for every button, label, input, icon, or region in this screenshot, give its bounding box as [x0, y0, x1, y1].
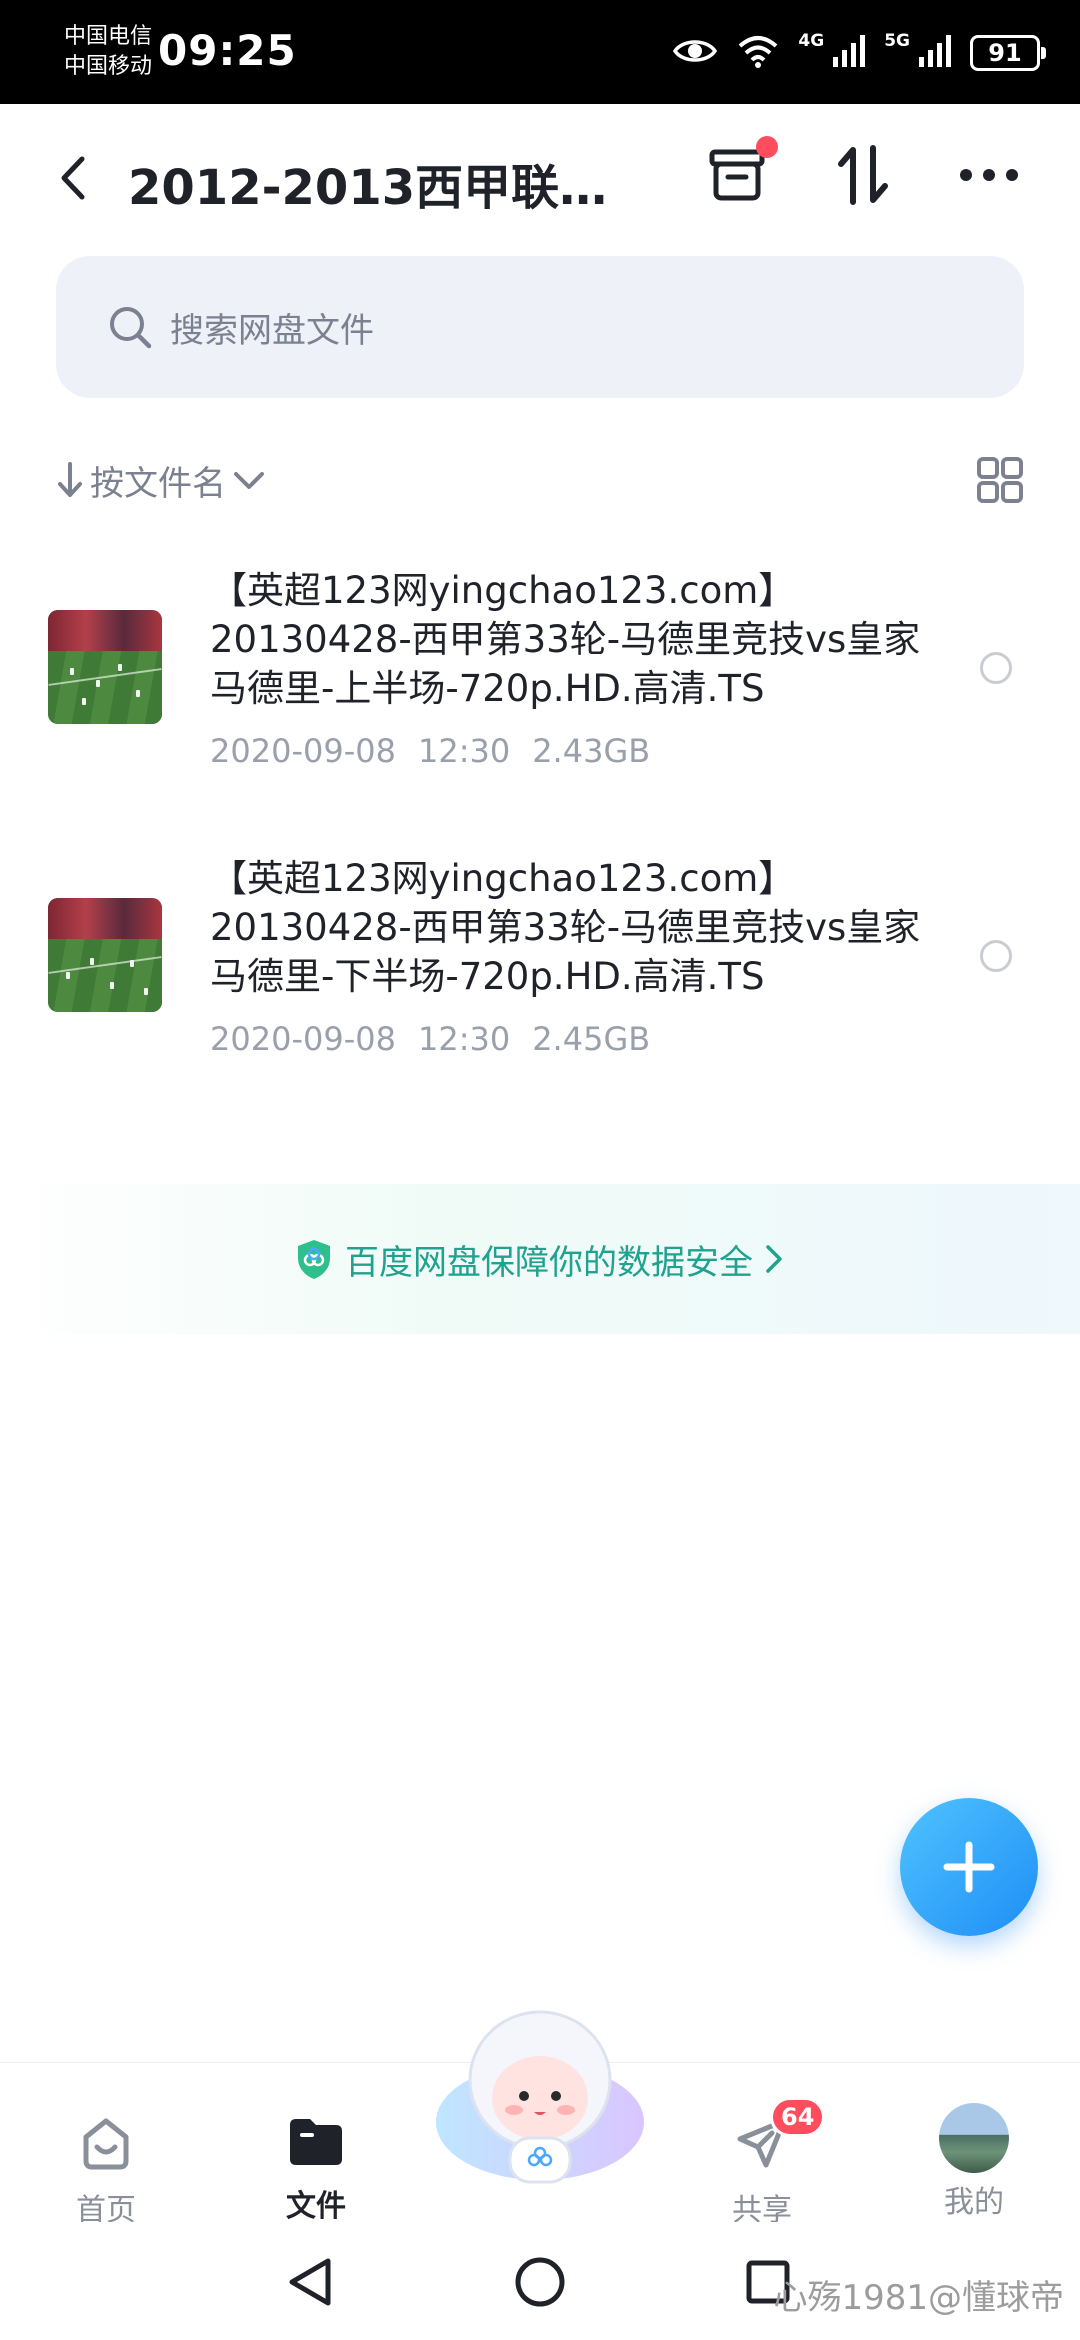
notification-badge: 64	[770, 2097, 826, 2137]
nav-home-button[interactable]	[510, 2252, 570, 2312]
eye-icon	[672, 36, 718, 70]
home-icon	[76, 2113, 136, 2173]
back-icon	[61, 156, 85, 200]
file-time: 12:30	[417, 1020, 511, 1058]
grid-view-button[interactable]	[976, 456, 1024, 504]
file-meta: 2020-09-08 12:30 2.45GB	[210, 1020, 672, 1058]
file-date: 2020-09-08	[210, 1020, 396, 1058]
sort-label: 按文件名	[90, 463, 226, 504]
tab-profile[interactable]: 我的	[904, 2063, 1044, 2223]
video-thumbnail	[48, 898, 162, 1012]
system-nav-bar: 心殇1981@懂球帝	[0, 2222, 1080, 2340]
carrier-2: 中国移动	[64, 54, 153, 79]
grid-icon	[977, 457, 1023, 503]
tab-share[interactable]: 64 共享	[692, 2063, 832, 2228]
signal-icon	[918, 35, 952, 71]
app-header: 2012-2013西甲联…	[0, 104, 1080, 244]
file-date: 2020-09-08	[210, 732, 396, 770]
sort-selector[interactable]: 按文件名	[56, 456, 266, 505]
sort-button[interactable]	[828, 140, 898, 210]
file-name: 【英超123网yingchao123.com】20130428-西甲第33轮-马…	[210, 857, 921, 998]
nav-back-button[interactable]	[280, 2252, 340, 2312]
tab-files[interactable]: 文件	[246, 2063, 386, 2224]
plus-icon	[943, 1841, 995, 1893]
file-time: 12:30	[417, 732, 511, 770]
mascot-button[interactable]	[430, 2000, 650, 2190]
chevron-down-icon	[234, 472, 264, 489]
video-thumbnail	[48, 610, 162, 724]
tab-label: 我的	[944, 2185, 1004, 2220]
chevron-right-icon	[766, 1245, 782, 1273]
status-time: 09:25	[158, 26, 297, 75]
file-list: 【英超123网yingchao123.com】20130428-西甲第33轮-马…	[0, 560, 1080, 1136]
page-title: 2012-2013西甲联…	[128, 160, 608, 216]
share-icon: 64	[732, 2097, 826, 2173]
notification-dot	[756, 136, 778, 158]
security-text: 百度网盘保障你的数据安全	[345, 1242, 753, 1283]
file-size: 2.45GB	[532, 1020, 651, 1058]
tab-label: 文件	[286, 2189, 346, 2224]
status-bar: 中国电信 中国移动 09:25 4G 5G 91	[0, 0, 1080, 104]
arrow-down-icon	[58, 462, 82, 497]
signal-icon	[832, 35, 866, 71]
select-checkbox[interactable]	[980, 652, 1012, 684]
add-button[interactable]	[900, 1798, 1038, 1936]
network-label-2: 5G	[884, 31, 910, 51]
back-button[interactable]	[48, 148, 98, 208]
security-banner[interactable]: 百度网盘保障你的数据安全	[0, 1184, 1080, 1334]
sort-transfer-icon	[838, 145, 888, 205]
network-label-1: 4G	[798, 31, 825, 51]
shield-icon	[298, 1240, 330, 1279]
battery-indicator: 91	[970, 35, 1046, 71]
carrier-info: 中国电信 中国移动	[64, 22, 152, 82]
watermark: 心殇1981@懂球帝	[773, 2278, 1064, 2318]
mascot-icon	[436, 2010, 644, 2184]
avatar	[939, 2103, 1009, 2173]
tab-home[interactable]: 首页	[36, 2063, 176, 2228]
more-icon	[960, 169, 1018, 181]
file-size: 2.43GB	[532, 732, 651, 770]
search-placeholder: 搜索网盘文件	[170, 310, 374, 351]
select-checkbox[interactable]	[980, 940, 1012, 972]
file-item[interactable]: 【英超123网yingchao123.com】20130428-西甲第33轮-马…	[0, 848, 1080, 1136]
status-icons: 4G 5G 91	[672, 28, 1046, 78]
file-item[interactable]: 【英超123网yingchao123.com】20130428-西甲第33轮-马…	[0, 560, 1080, 848]
search-icon	[110, 307, 152, 349]
search-input[interactable]: 搜索网盘文件	[56, 256, 1024, 398]
more-button[interactable]	[954, 140, 1024, 210]
circle-home-icon	[515, 2257, 565, 2307]
sort-row: 按文件名	[56, 448, 1024, 512]
transfer-list-button[interactable]	[702, 136, 778, 210]
triangle-back-icon	[289, 2258, 331, 2306]
file-name: 【英超123网yingchao123.com】20130428-西甲第33轮-马…	[210, 569, 921, 710]
wifi-icon	[736, 34, 780, 72]
carrier-1: 中国电信	[64, 24, 153, 49]
file-meta: 2020-09-08 12:30 2.43GB	[210, 732, 672, 770]
folder-icon	[286, 2113, 346, 2169]
